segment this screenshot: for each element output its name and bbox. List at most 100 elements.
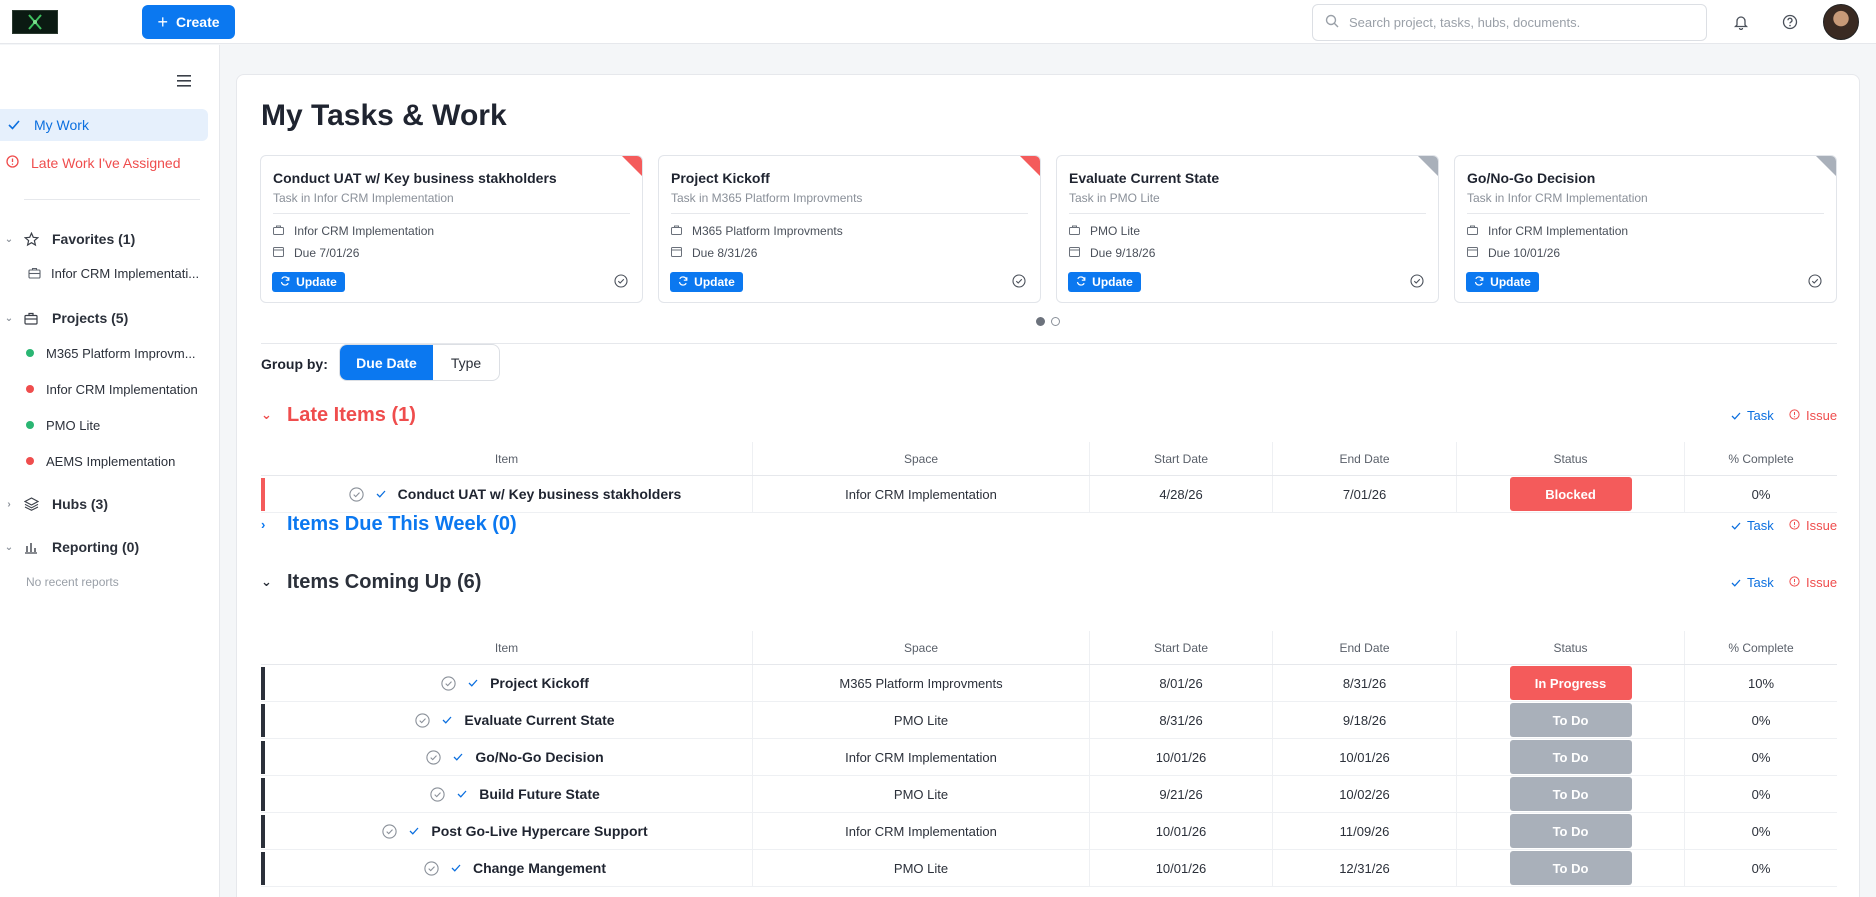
create-button[interactable]: + Create	[142, 5, 235, 39]
card-due-label: Due 10/01/26	[1488, 246, 1561, 260]
calendar-icon	[273, 246, 284, 260]
item-name[interactable]: Project Kickoff	[490, 675, 589, 691]
table-row[interactable]: Evaluate Current State PMO Lite 8/31/26 …	[261, 702, 1837, 739]
complete-circle-icon[interactable]	[382, 823, 398, 839]
column-header-percent-complete[interactable]: % Complete	[1685, 442, 1837, 475]
group-header-due-this-week[interactable]: › Items Due This Week (0)	[261, 511, 517, 537]
search-input[interactable]	[1349, 15, 1679, 30]
sidebar-item-favorite[interactable]: Infor CRM Implementati...	[0, 262, 199, 284]
chevron-right-icon: ›	[261, 516, 266, 532]
complete-check-icon[interactable]	[1808, 274, 1822, 291]
sidebar-item-my-work[interactable]: My Work	[0, 109, 208, 141]
card-due: Due 8/31/26	[671, 246, 757, 260]
update-label: Update	[296, 275, 337, 289]
status-badge[interactable]: To Do	[1509, 740, 1632, 774]
column-header-end-date[interactable]: End Date	[1273, 442, 1457, 475]
status-badge[interactable]: To Do	[1509, 777, 1632, 811]
item-name[interactable]: Go/No-Go Decision	[475, 749, 603, 765]
sidebar-section-projects[interactable]: ⌄ Projects (5)	[0, 306, 128, 330]
row-indicator	[261, 778, 265, 811]
column-header-item[interactable]: Item	[261, 631, 753, 664]
complete-check-icon[interactable]	[614, 274, 628, 291]
complete-check-icon[interactable]	[1410, 274, 1424, 291]
complete-circle-icon[interactable]	[349, 486, 364, 502]
column-header-percent-complete[interactable]: % Complete	[1685, 631, 1837, 664]
status-badge[interactable]: Blocked	[1509, 477, 1632, 511]
group-header-late[interactable]: ⌄ Late Items (1)	[261, 402, 416, 428]
add-issue-button[interactable]: Issue	[1789, 406, 1837, 424]
task-card[interactable]: Project Kickoff Task in M365 Platform Im…	[658, 155, 1041, 303]
row-indicator	[261, 667, 265, 700]
task-card[interactable]: Go/No-Go Decision Task in Infor CRM Impl…	[1454, 155, 1837, 303]
table-row[interactable]: Go/No-Go Decision Infor CRM Implementati…	[261, 739, 1837, 776]
check-icon	[1731, 575, 1741, 590]
add-issue-button[interactable]: Issue	[1789, 516, 1837, 534]
item-cell: Evaluate Current State	[261, 702, 753, 738]
pager-dot[interactable]	[1051, 317, 1060, 326]
status-badge[interactable]: To Do	[1509, 703, 1632, 737]
column-header-status[interactable]: Status	[1457, 631, 1685, 664]
table-row[interactable]: Build Future State PMO Lite 9/21/26 10/0…	[261, 776, 1837, 813]
item-cell: Project Kickoff	[261, 665, 753, 701]
complete-circle-icon[interactable]	[424, 860, 439, 876]
item-name[interactable]: Evaluate Current State	[464, 712, 614, 728]
sidebar-project-pmo-lite[interactable]: PMO Lite	[0, 414, 100, 436]
sidebar-project-m365[interactable]: M365 Platform Improvm...	[0, 342, 196, 364]
layers-icon	[24, 497, 40, 511]
sidebar-section-hubs[interactable]: › Hubs (3)	[0, 492, 108, 516]
status-badge[interactable]: To Do	[1509, 851, 1632, 885]
add-issue-button[interactable]: Issue	[1789, 573, 1837, 591]
complete-check-icon[interactable]	[1012, 274, 1026, 291]
column-header-start-date[interactable]: Start Date	[1090, 631, 1273, 664]
help-icon[interactable]	[1780, 12, 1800, 32]
sidebar-section-reporting[interactable]: ⌄ Reporting (0)	[0, 535, 139, 559]
column-header-start-date[interactable]: Start Date	[1090, 442, 1273, 475]
hamburger-menu-icon[interactable]	[177, 75, 195, 89]
sidebar-project-aems[interactable]: AEMS Implementation	[0, 450, 175, 472]
percent-complete-cell: 0%	[1751, 486, 1771, 502]
sidebar-item-late-work[interactable]: Late Work I've Assigned	[0, 147, 208, 179]
update-button[interactable]: Update	[670, 272, 743, 292]
card-project: Infor CRM Implementation	[1467, 224, 1628, 238]
column-header-space[interactable]: Space	[753, 631, 1090, 664]
item-name[interactable]: Post Go-Live Hypercare Support	[431, 823, 647, 839]
bell-icon[interactable]	[1731, 12, 1751, 32]
add-task-button[interactable]: Task	[1731, 516, 1774, 534]
complete-circle-icon[interactable]	[415, 712, 431, 728]
add-task-button[interactable]: Task	[1731, 573, 1774, 591]
table-row[interactable]: Post Go-Live Hypercare Support Infor CRM…	[261, 813, 1837, 850]
pager-dot-active[interactable]	[1036, 317, 1045, 326]
table-row[interactable]: Project Kickoff M365 Platform Improvment…	[261, 665, 1837, 702]
sidebar-section-favorites[interactable]: ⌄ Favorites (1)	[0, 227, 135, 251]
end-date-cell: 11/09/26	[1273, 813, 1457, 849]
update-button[interactable]: Update	[1466, 272, 1539, 292]
status-badge[interactable]: In Progress	[1509, 666, 1632, 700]
update-button[interactable]: Update	[272, 272, 345, 292]
task-card[interactable]: Evaluate Current State Task in PMO Lite …	[1056, 155, 1439, 303]
add-task-button[interactable]: Task	[1731, 406, 1774, 424]
complete-circle-icon[interactable]	[426, 749, 441, 765]
group-by-type[interactable]: Type	[433, 345, 499, 380]
complete-circle-icon[interactable]	[441, 675, 456, 691]
search-box[interactable]	[1312, 4, 1707, 41]
group-by-due-date[interactable]: Due Date	[340, 345, 433, 380]
column-header-status[interactable]: Status	[1457, 442, 1685, 475]
task-card[interactable]: Conduct UAT w/ Key business stakholders …	[260, 155, 643, 303]
card-subtitle: Task in PMO Lite	[1069, 191, 1160, 205]
table-row[interactable]: Change Mangement PMO Lite 10/01/26 12/31…	[261, 850, 1837, 887]
column-header-space[interactable]: Space	[753, 442, 1090, 475]
app-logo[interactable]	[12, 10, 58, 34]
update-button[interactable]: Update	[1068, 272, 1141, 292]
column-header-end-date[interactable]: End Date	[1273, 631, 1457, 664]
group-header-coming-up[interactable]: ⌄ Items Coming Up (6)	[261, 569, 481, 595]
item-name[interactable]: Build Future State	[479, 786, 600, 802]
status-badge[interactable]: To Do	[1509, 814, 1632, 848]
column-header-item[interactable]: Item	[261, 442, 753, 475]
item-name[interactable]: Conduct UAT w/ Key business stakholders	[398, 486, 682, 502]
item-name[interactable]: Change Mangement	[473, 860, 606, 876]
item-cell: Go/No-Go Decision	[261, 739, 753, 775]
table-row[interactable]: Conduct UAT w/ Key business stakholders …	[261, 476, 1837, 513]
complete-circle-icon[interactable]	[430, 786, 445, 802]
user-avatar[interactable]	[1823, 4, 1859, 40]
sidebar-project-infor-crm[interactable]: Infor CRM Implementation	[0, 378, 198, 400]
